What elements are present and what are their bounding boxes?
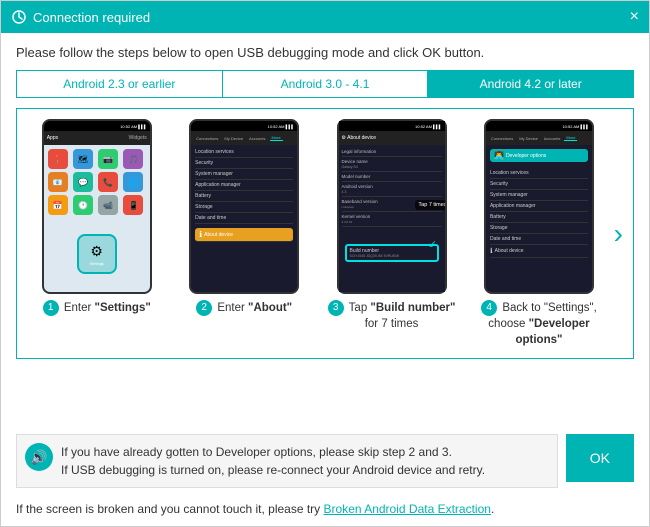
phone4-menu-item: Storage bbox=[490, 223, 588, 234]
phone3-item: Android version4.3 bbox=[342, 182, 442, 197]
phone4-menu-item: Date and time bbox=[490, 234, 588, 245]
step3-num: 3 bbox=[328, 300, 344, 316]
phone4-menu-item: Security bbox=[490, 179, 588, 190]
body: Please follow the steps below to open US… bbox=[1, 33, 649, 526]
phone4-about-label: About device bbox=[495, 248, 524, 254]
close-button[interactable]: × bbox=[630, 9, 639, 25]
phone2-header: Connections My Device Accounts More bbox=[191, 131, 297, 145]
footer: 🔊 If you have already gotten to Develope… bbox=[16, 359, 634, 516]
phone2-content: Location services Security System manage… bbox=[191, 145, 297, 292]
bottom-suffix: . bbox=[491, 502, 494, 516]
phone3-status-bar: 10:52 AM ▌▌▌ bbox=[339, 121, 445, 131]
connection-icon bbox=[11, 9, 27, 25]
step2-num: 2 bbox=[196, 300, 212, 316]
ok-button[interactable]: OK bbox=[566, 434, 634, 482]
phone2-menu-item: System manager bbox=[195, 169, 293, 180]
phone4-status-bar: 10:52 AM ▌▌▌ bbox=[486, 121, 592, 131]
info-box: 🔊 If you have already gotten to Develope… bbox=[16, 434, 558, 488]
tap-arrow-icon: ↙ bbox=[428, 239, 436, 250]
broken-android-link[interactable]: Broken Android Data Extraction bbox=[324, 502, 491, 516]
phone3-item: Device nameGalaxy S4 bbox=[342, 157, 442, 172]
phone4-header: Connections My Device Accounts More bbox=[486, 131, 592, 145]
step3-bold: "Build number" bbox=[370, 302, 455, 314]
tap7-badge: Tap 7 times bbox=[415, 200, 444, 210]
phone3-item: Legal information bbox=[342, 147, 442, 157]
step-1: 10:52 AM ▌▌▌ Apps Widgets 📍 🗺 📷 🎵 bbox=[27, 119, 166, 348]
phone-3: 10:52 AM ▌▌▌ ⚙ About device Legal inform… bbox=[337, 119, 447, 294]
phone4-about-item: ℹAbout device bbox=[490, 245, 588, 258]
info-line1: If you have already gotten to Developer … bbox=[61, 445, 452, 459]
phone3-item: Kernel version3.4.0 #1 bbox=[342, 212, 442, 227]
phone-1: 10:52 AM ▌▌▌ Apps Widgets 📍 🗺 📷 🎵 bbox=[42, 119, 152, 294]
info-line2: If USB debugging is turned on, please re… bbox=[61, 463, 485, 477]
developer-options-highlight: 👨‍💻 Developer options bbox=[490, 149, 588, 162]
step1-num: 1 bbox=[43, 300, 59, 316]
developer-options-label: Developer options bbox=[506, 153, 546, 159]
phone2-menu-item: Date and time bbox=[195, 213, 293, 224]
tab-android-42[interactable]: Android 4.2 or later bbox=[428, 71, 633, 97]
phone2-menu-item: Location services bbox=[195, 147, 293, 158]
step-4: 10:52 AM ▌▌▌ Connections My Device Accou… bbox=[469, 119, 608, 348]
steps-container: 10:52 AM ▌▌▌ Apps Widgets 📍 🗺 📷 🎵 bbox=[16, 108, 634, 359]
tab-android-30[interactable]: Android 3.0 - 4.1 bbox=[223, 71, 429, 97]
phone3-header: ⚙ About device bbox=[339, 131, 445, 145]
phone-4: 10:52 AM ▌▌▌ Connections My Device Accou… bbox=[484, 119, 594, 294]
phone1-header: Apps Widgets bbox=[44, 131, 150, 145]
bottom-prefix: If the screen is broken and you cannot t… bbox=[16, 502, 324, 516]
step1-bold: "Settings" bbox=[95, 302, 151, 314]
step-2: 10:52 AM ▌▌▌ Connections My Device Accou… bbox=[174, 119, 313, 348]
phone4-menu-item: Location services bbox=[490, 168, 588, 179]
step3-label: 3 Tap "Build number" for 7 times bbox=[322, 300, 461, 332]
info-icon: 🔊 bbox=[25, 443, 53, 471]
bottom-text: If the screen is broken and you cannot t… bbox=[16, 502, 634, 516]
step2-label: 2 Enter "About" bbox=[196, 300, 292, 316]
phone2-about-label: About device bbox=[204, 232, 233, 238]
phone2-about-highlight: ℹ About device bbox=[195, 228, 293, 242]
window-title: Connection required bbox=[33, 10, 630, 25]
step3-suffix: for 7 times bbox=[365, 318, 419, 330]
phone1-status-bar: 10:52 AM ▌▌▌ bbox=[44, 121, 150, 131]
phone2-menu-item: Security bbox=[195, 158, 293, 169]
build-number-box: Build number SCH-I545 JDQ39.I54 5VRUEMI bbox=[345, 244, 439, 262]
steps-list: 10:52 AM ▌▌▌ Apps Widgets 📍 🗺 📷 🎵 bbox=[27, 119, 609, 348]
phone4-menu-item: Application manager bbox=[490, 201, 588, 212]
phone4-menu-item: Battery bbox=[490, 212, 588, 223]
tab-bar: Android 2.3 or earlier Android 3.0 - 4.1… bbox=[16, 70, 634, 98]
phone4-menu-item: System manager bbox=[490, 190, 588, 201]
step1-prefix: Enter bbox=[64, 302, 95, 314]
step2-bold: "About" bbox=[248, 302, 292, 314]
phone1-content: 📍 🗺 📷 🎵 📧 💬 📞 🌐 📅 🕐 📹 bbox=[44, 145, 150, 292]
phone4-content: 👨‍💻 Developer options Location services … bbox=[486, 145, 592, 292]
main-window: Connection required × Please follow the … bbox=[0, 0, 650, 527]
step2-prefix: Enter bbox=[217, 302, 248, 314]
settings-gear-icon: ⚙ bbox=[90, 243, 103, 260]
titlebar: Connection required × bbox=[1, 1, 649, 33]
tab-android-23[interactable]: Android 2.3 or earlier bbox=[17, 71, 223, 97]
phone-2: 10:52 AM ▌▌▌ Connections My Device Accou… bbox=[189, 119, 299, 294]
settings-highlight: ⚙ Settings bbox=[77, 234, 117, 274]
phone2-menu-item: Application manager bbox=[195, 180, 293, 191]
phone3-item: Model number bbox=[342, 172, 442, 182]
next-arrow[interactable]: › bbox=[609, 218, 623, 250]
phone3-content: Legal information Device nameGalaxy S4 M… bbox=[339, 145, 445, 292]
step-3: 10:52 AM ▌▌▌ ⚙ About device Legal inform… bbox=[322, 119, 461, 348]
instruction-text: Please follow the steps below to open US… bbox=[16, 45, 634, 60]
settings-label: Settings bbox=[89, 261, 103, 266]
step4-label: 4 Back to "Settings", choose "Developer … bbox=[469, 300, 608, 348]
step1-label: 1 Enter "Settings" bbox=[43, 300, 151, 316]
phone2-menu-item: Storage bbox=[195, 202, 293, 213]
step3-prefix: Tap bbox=[349, 302, 371, 314]
info-row: 🔊 If you have already gotten to Develope… bbox=[16, 434, 634, 496]
info-text: If you have already gotten to Developer … bbox=[61, 443, 549, 479]
phone2-status-bar: 10:52 AM ▌▌▌ bbox=[191, 121, 297, 131]
phone2-menu-item: Battery bbox=[195, 191, 293, 202]
step4-num: 4 bbox=[481, 300, 497, 316]
